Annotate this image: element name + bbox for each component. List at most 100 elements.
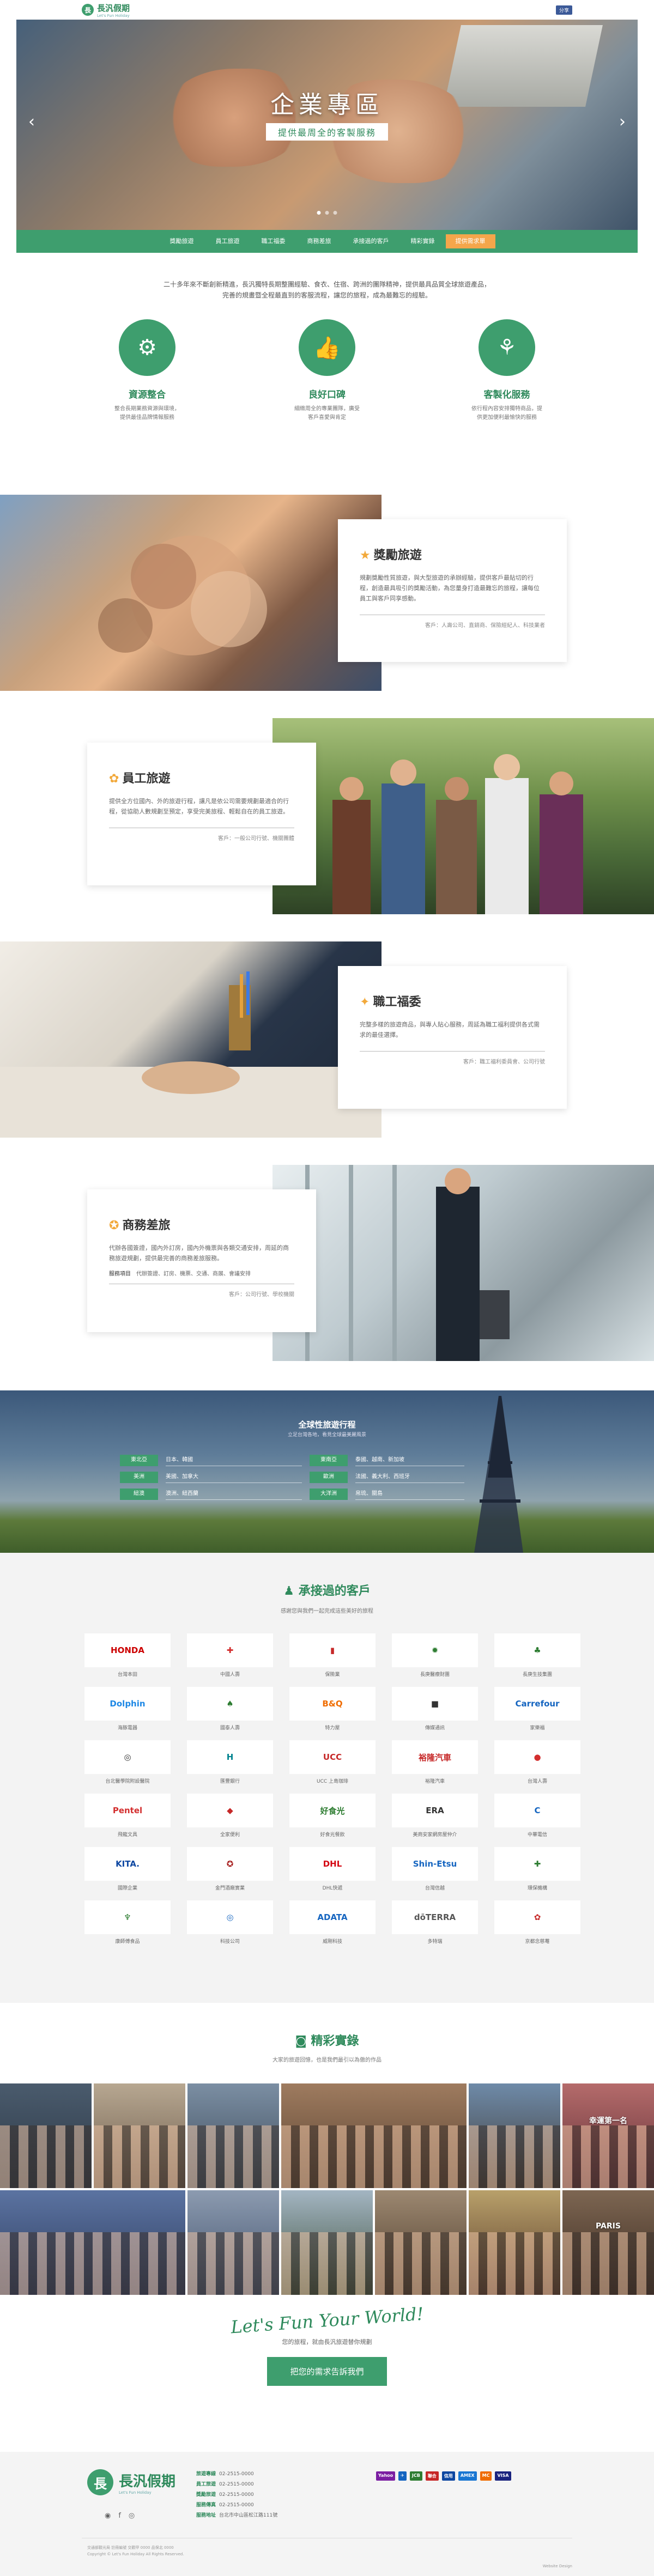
design-credit[interactable]: Website Design	[543, 2564, 572, 2568]
client-logo: H	[187, 1740, 273, 1774]
feature-desc-1: 整合長期業務資源與環境，	[114, 406, 180, 412]
service-items-label: 服務項目	[109, 1271, 131, 1277]
client-item: KITA. 國際企業	[84, 1847, 171, 1891]
client-logo: UCC	[289, 1740, 376, 1774]
gallery-photo[interactable]	[0, 2083, 92, 2188]
photo-caption: 幸運第一名	[589, 2116, 627, 2125]
feature-desc-1: 細緻周全的專業團隊，廣受	[294, 406, 360, 412]
service-title: ✦ 職工福委	[360, 995, 421, 1009]
client-name: 海豚電器	[117, 1726, 137, 1731]
cta-text-1: 您的旅程，就由長汎旅遊替你規劃	[282, 2338, 372, 2346]
gallery-photo[interactable]	[187, 2083, 279, 2188]
instagram-icon[interactable]: ◎	[129, 2512, 135, 2520]
gallery-photo[interactable]: 幸運第一名	[562, 2083, 654, 2188]
gallery-photo[interactable]	[281, 2083, 467, 2188]
client-logo: HONDA	[84, 1633, 171, 1667]
nav-item[interactable]: 提供需求單	[445, 234, 495, 248]
feature-title: 資源整合	[129, 390, 166, 400]
feature-item: 👍 良好口碑 細緻周全的專業團隊，廣受 客戶喜愛與肯定	[281, 319, 373, 422]
hero-title: 企業專區	[270, 91, 384, 119]
client-logo: 裕隆汽車	[392, 1740, 478, 1774]
nav-item[interactable]: 承接過的客戶	[342, 230, 400, 253]
service-title: ✿ 員工旅遊	[109, 772, 171, 786]
gallery-subtitle: 大家的旅遊回憶，也是我們最引以為傲的作品	[272, 2057, 382, 2063]
client-name: 台北醫學院附設醫院	[105, 1779, 150, 1784]
client-name: 康師傅食品	[115, 1939, 140, 1945]
client-name: 多特瑞	[427, 1939, 443, 1945]
client-item: ◆ 全家便利	[187, 1794, 273, 1838]
gallery-photo[interactable]	[375, 2190, 467, 2295]
region-chip[interactable]: 紐澳	[120, 1489, 158, 1500]
feature-desc: 依行程內容安排獨特商品，提 供更加便利最愉快的服務	[461, 405, 553, 422]
contact-value: 02-2515-0000	[219, 2492, 254, 2498]
region-chip[interactable]: 美洲	[120, 1472, 158, 1483]
region-chip[interactable]: 東南亞	[310, 1455, 348, 1466]
region-chip[interactable]: 大洋洲	[310, 1489, 348, 1500]
line-icon[interactable]: ◉	[105, 2512, 111, 2520]
facebook-icon[interactable]: f	[118, 2512, 121, 2520]
carousel-dot[interactable]	[325, 211, 329, 215]
gallery-photo[interactable]	[469, 2190, 560, 2295]
gallery-photo[interactable]	[469, 2083, 560, 2188]
client-item: ERA 美商安家網房屋仲介	[392, 1794, 478, 1838]
request-form-button[interactable]: 把您的需求告訴我們	[267, 2357, 387, 2386]
client-item: ■ 傳媒通訊	[392, 1687, 478, 1731]
client-name: 好食光餐飲	[320, 1832, 345, 1838]
carousel-next-icon[interactable]: ›	[619, 112, 626, 131]
nav-item[interactable]: 商務差旅	[296, 230, 342, 253]
client-name: UCC 上島珈琲	[316, 1779, 349, 1784]
carousel-prev-icon[interactable]: ‹	[28, 112, 35, 131]
client-name: 威剛科技	[322, 1939, 342, 1945]
region-chip[interactable]: 歐洲	[310, 1472, 348, 1483]
nav-item[interactable]: 職工福委	[251, 230, 296, 253]
gallery-photo[interactable]	[94, 2083, 185, 2188]
clients-section: ♟ 承接過的客戶 感謝您與我們一起完成這些美好的旅程 HONDA 台灣本田 ✚ 中國人…	[0, 1553, 654, 2003]
client-logo: ✪	[187, 1847, 273, 1881]
footer-logo[interactable]: 長 長汎假期 Let's Fun Holiday	[87, 2469, 175, 2495]
nav-item[interactable]: 精彩實錄	[400, 230, 446, 253]
feature-item: ⚘ 客製化服務 依行程內容安排獨特商品，提 供更加便利最愉快的服務	[461, 319, 553, 422]
legal-text: 交通部觀光局 註冊編號 交觀甲 0000 品保北 0000 Copyright …	[87, 2545, 184, 2556]
contact-label: 獎勵旅遊	[196, 2492, 216, 2498]
gallery-photo[interactable]	[187, 2190, 279, 2295]
region-countries: 澳洲、紐西蘭	[166, 1489, 302, 1500]
client-item: ◎ 台北醫學院附設醫院	[84, 1740, 171, 1784]
nav-item[interactable]: 獎勵旅遊	[159, 230, 205, 253]
service-welfare: ✦ 職工福委 完整多樣的旅遊商品，與專人貼心服務，周延為職工福利提供各式需求的最佳…	[0, 941, 654, 1138]
client-name: 京都念慈菴	[525, 1939, 550, 1945]
site-logo[interactable]: 長 長汎假期 Let's Fun Holiday	[82, 2, 130, 18]
section-nav: 獎勵旅遊 員工旅遊 職工福委 商務差旅 承接過的客戶 精彩實錄 提供需求單	[16, 230, 638, 253]
client-logo: ◎	[187, 1900, 273, 1934]
gallery-photo[interactable]	[0, 2190, 185, 2295]
region-chip[interactable]: 東北亞	[120, 1455, 158, 1466]
service-items: 代辦簽證、訂房、機票、交通、商展、會議安排	[136, 1271, 251, 1277]
service-note: 客戶：人壽公司、直銷商、保險經紀人、科技業者	[360, 615, 545, 629]
slogan-script: Let's Fun Your World!	[229, 2303, 425, 2338]
leaf-icon: ✿	[109, 772, 119, 786]
network-icon: ⚙	[119, 319, 175, 376]
client-name: 長庚生技集團	[522, 1672, 552, 1678]
client-item: ◎ 科技公司	[187, 1900, 273, 1945]
client-item: DHL DHL快遞	[289, 1847, 376, 1891]
star-icon: ★	[360, 549, 371, 562]
client-item: ▮ 保險業	[289, 1633, 376, 1678]
feature-title: 良好口碑	[308, 390, 346, 400]
client-name: 中國人壽	[220, 1672, 240, 1678]
client-name: 家樂福	[530, 1726, 545, 1731]
region-list: 東北亞 日本、韓國 東南亞 泰國、越南、新加坡 美洲 美國、加拿大 歐洲 法國、義大利、西班牙…	[120, 1455, 464, 1500]
payment-logo: Yahoo	[376, 2471, 396, 2481]
client-name: 特力屋	[325, 1726, 340, 1731]
gallery-photo[interactable]	[281, 2190, 373, 2295]
client-logo: DHL	[289, 1847, 376, 1881]
airport-traveler-photo	[272, 1165, 654, 1361]
site-header: 長 長汎假期 Let's Fun Holiday 分享	[0, 0, 654, 20]
carousel-dot[interactable]	[333, 211, 337, 215]
client-logo: Dolphin	[84, 1687, 171, 1721]
facebook-share-button[interactable]: 分享	[555, 5, 572, 15]
service-note: 客戶：職工福利委員會、公司行號	[360, 1051, 545, 1065]
nav-item[interactable]: 員工旅遊	[205, 230, 251, 253]
client-name: 環保機構	[527, 1886, 547, 1891]
carousel-dot[interactable]	[317, 211, 321, 215]
gallery-photo[interactable]: PARIS	[562, 2190, 654, 2295]
payment-logos: Yahoo ✈ JCB 聯合 信用 AMEX MC VISA	[376, 2471, 511, 2481]
